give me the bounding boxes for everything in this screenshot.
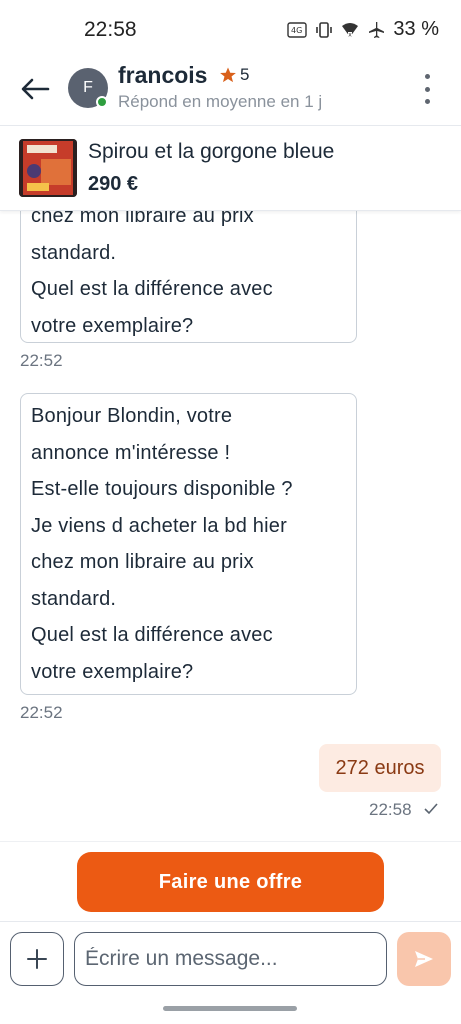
message-composer xyxy=(0,921,461,991)
message-line: annonce m'intéresse ! xyxy=(31,441,231,464)
listing-thumbnail xyxy=(19,139,77,197)
message-line: standard. xyxy=(31,241,117,264)
offer-bar: Faire une offre xyxy=(0,841,461,921)
attach-button[interactable] xyxy=(10,932,64,986)
listing-price: 290 € xyxy=(88,173,139,195)
svg-text:4G: 4G xyxy=(291,26,302,35)
message-line: votre exemplaire? xyxy=(31,660,194,683)
message-line: Quel est la différence avec xyxy=(31,278,273,300)
status-time: 22:58 xyxy=(84,18,137,41)
message-line: votre exemplaire? xyxy=(31,314,194,337)
message-time: 22:58 xyxy=(369,800,412,819)
arrow-left-icon xyxy=(21,78,50,100)
user-name[interactable]: francois xyxy=(118,62,207,89)
message-time: 22:52 xyxy=(20,703,63,722)
star-icon xyxy=(220,67,236,83)
vibrate-icon xyxy=(316,21,333,38)
send-button[interactable] xyxy=(397,932,451,986)
svg-text:x: x xyxy=(349,31,353,38)
listing-title: Spirou et la gorgone bleue xyxy=(88,140,335,163)
message-line: Quel est la différence avec xyxy=(31,624,273,646)
more-vertical-icon[interactable] xyxy=(418,74,436,104)
message-list[interactable]: chez mon libraire au prix standard. Quel… xyxy=(0,211,461,841)
hd-voice-icon: 4G xyxy=(287,21,308,38)
message-line: standard. xyxy=(31,587,117,610)
battery-level: 33 % xyxy=(393,18,439,40)
conversation-header: F francois 5 Répond en moyenne en 1 j xyxy=(0,56,461,126)
message-line: chez mon libraire au prix xyxy=(31,211,254,227)
status-icons: 4G x 33 % xyxy=(287,18,439,41)
outgoing-message-bubble: 272 euros xyxy=(319,744,441,792)
back-button[interactable] xyxy=(18,74,52,104)
send-icon xyxy=(415,951,433,967)
status-bar: 22:58 4G x 33 % xyxy=(0,0,461,56)
message-line: chez mon libraire au prix xyxy=(31,551,254,573)
airplane-icon xyxy=(369,21,385,38)
make-offer-button[interactable]: Faire une offre xyxy=(77,852,384,912)
message-line: Bonjour Blondin, votre xyxy=(31,405,233,427)
home-indicator[interactable] xyxy=(163,1006,297,1011)
online-status-dot xyxy=(96,96,108,108)
listing-summary[interactable]: Spirou et la gorgone bleue 290 € xyxy=(0,127,461,211)
plus-icon xyxy=(27,949,47,969)
message-time: 22:52 xyxy=(20,351,63,370)
message-input[interactable] xyxy=(74,932,387,986)
wifi-icon: x xyxy=(342,22,359,38)
incoming-message-bubble: Bonjour Blondin, votre annonce m'intéres… xyxy=(20,393,357,695)
incoming-message-bubble: chez mon libraire au prix standard. Quel… xyxy=(20,211,357,343)
message-line: Est-elle toujours disponible ? xyxy=(31,478,293,500)
user-rating: 5 xyxy=(240,65,250,84)
response-time: Répond en moyenne en 1 j xyxy=(118,92,323,111)
sent-check-icon xyxy=(424,803,438,815)
message-line: Je viens d acheter la bd hier xyxy=(31,514,287,537)
